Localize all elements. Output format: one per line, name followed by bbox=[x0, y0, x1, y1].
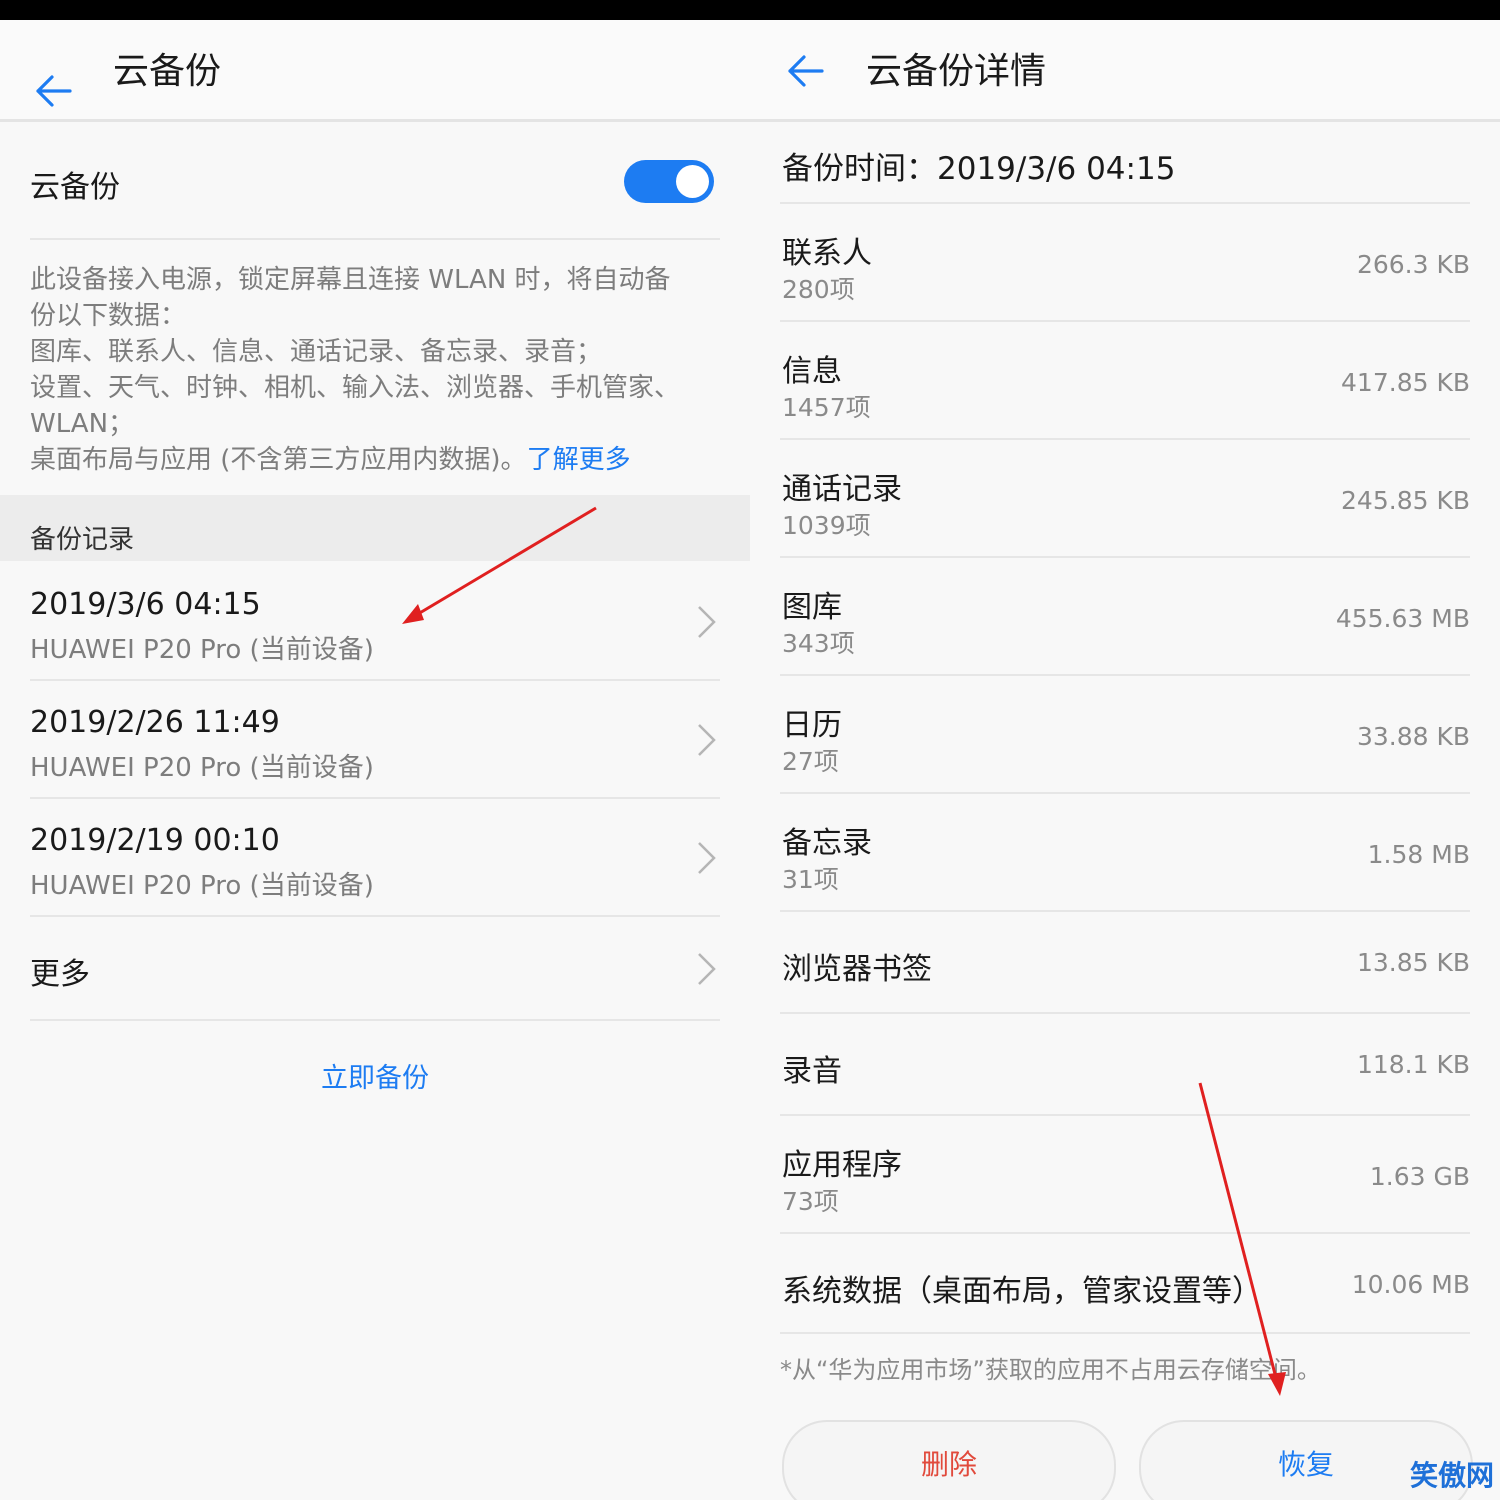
status-bar bbox=[750, 0, 1500, 20]
item-name: 浏览器书签 bbox=[782, 952, 932, 987]
back-arrow-icon[interactable] bbox=[784, 50, 826, 92]
description-line: 桌面布局与应用 (不含第三方应用内数据)。了解更多 bbox=[30, 442, 720, 478]
item-name: 日历 bbox=[782, 708, 842, 743]
backup-now-button[interactable]: 立即备份 bbox=[0, 1056, 750, 1095]
chevron-right-icon bbox=[698, 724, 716, 756]
backup-item-row[interactable]: 通话记录 1039项 245.85 KB bbox=[750, 440, 1500, 556]
item-size: 13.85 KB bbox=[1356, 948, 1470, 977]
app-bar: 云备份 bbox=[0, 20, 750, 122]
cloud-backup-toggle-label: 云备份 bbox=[30, 170, 120, 205]
item-name: 录音 bbox=[782, 1054, 842, 1089]
divider bbox=[30, 238, 720, 240]
item-size: 1.58 MB bbox=[1367, 840, 1470, 869]
more-row[interactable]: 更多 bbox=[0, 915, 750, 1019]
item-name: 信息 bbox=[782, 354, 842, 389]
status-bar bbox=[0, 0, 750, 20]
item-size: 1.63 GB bbox=[1369, 1162, 1470, 1191]
page-title: 云备份详情 bbox=[866, 51, 1047, 92]
backup-time: 备份时间：2019/3/6 04:15 bbox=[782, 151, 1176, 187]
item-name: 系统数据（桌面布局，管家设置等） bbox=[782, 1274, 1262, 1309]
item-count: 31项 bbox=[782, 865, 839, 894]
cloud-backup-toggle[interactable] bbox=[624, 160, 714, 203]
backup-item-row[interactable]: 联系人 280项 266.3 KB bbox=[750, 204, 1500, 320]
backup-item-row[interactable]: 备忘录 31项 1.58 MB bbox=[750, 794, 1500, 910]
item-size: 10.06 MB bbox=[1351, 1270, 1470, 1299]
backup-item-row[interactable]: 日历 27项 33.88 KB bbox=[750, 676, 1500, 792]
item-size: 417.85 KB bbox=[1341, 368, 1470, 397]
storage-note: *从“华为应用市场”获取的应用不占用云存储空间。 bbox=[780, 1356, 1321, 1384]
backup-records-header: 备份记录 bbox=[0, 495, 750, 561]
item-size: 455.63 MB bbox=[1335, 604, 1470, 633]
backup-record-row[interactable]: 2019/2/19 00:10 HUAWEI P20 Pro (当前设备) bbox=[0, 797, 750, 915]
record-date: 2019/2/19 00:10 bbox=[30, 823, 280, 858]
description-line: 份以下数据： bbox=[30, 301, 187, 331]
item-name: 图库 bbox=[782, 590, 842, 625]
backup-item-row[interactable]: 浏览器书签 13.85 KB bbox=[750, 912, 1500, 1012]
more-label: 更多 bbox=[30, 957, 90, 992]
backup-details-screen: 云备份详情 备份时间：2019/3/6 04:15 联系人 280项 266.3… bbox=[750, 0, 1500, 1500]
divider bbox=[780, 1332, 1470, 1334]
cloud-backup-screen: 云备份 云备份 此设备接入电源，锁定屏幕且连接 WLAN 时，将自动备 份以下数… bbox=[0, 0, 750, 1500]
record-device: HUAWEI P20 Pro (当前设备) bbox=[30, 753, 374, 783]
item-size: 245.85 KB bbox=[1341, 486, 1470, 515]
item-count: 280项 bbox=[782, 275, 855, 304]
backup-item-row[interactable]: 应用程序 73项 1.63 GB bbox=[750, 1116, 1500, 1232]
item-count: 27项 bbox=[782, 747, 839, 776]
record-device: HUAWEI P20 Pro (当前设备) bbox=[30, 635, 374, 665]
backup-item-row[interactable]: 录音 118.1 KB bbox=[750, 1014, 1500, 1114]
item-name: 联系人 bbox=[782, 236, 872, 271]
back-arrow-icon[interactable] bbox=[32, 70, 74, 112]
item-size: 33.88 KB bbox=[1356, 722, 1470, 751]
backup-item-row[interactable]: 系统数据（桌面布局，管家设置等） 10.06 MB bbox=[750, 1234, 1500, 1332]
chevron-right-icon bbox=[698, 953, 716, 985]
item-size: 266.3 KB bbox=[1356, 250, 1470, 279]
watermark-logo: 笑傲网 bbox=[1409, 1459, 1494, 1492]
item-count: 73项 bbox=[782, 1187, 839, 1216]
item-count: 1039项 bbox=[782, 511, 871, 540]
backup-item-row[interactable]: 图库 343项 455.63 MB bbox=[750, 558, 1500, 674]
chevron-right-icon bbox=[698, 606, 716, 638]
item-name: 应用程序 bbox=[782, 1148, 902, 1183]
description-last-text: 桌面布局与应用 (不含第三方应用内数据)。 bbox=[30, 445, 527, 475]
item-count: 343项 bbox=[782, 629, 855, 658]
divider bbox=[30, 1019, 720, 1021]
chevron-right-icon bbox=[698, 842, 716, 874]
delete-button[interactable]: 删除 bbox=[782, 1420, 1116, 1500]
record-device: HUAWEI P20 Pro (当前设备) bbox=[30, 871, 374, 901]
toggle-knob bbox=[676, 165, 709, 198]
page-title: 云备份 bbox=[113, 51, 222, 92]
item-count: 1457项 bbox=[782, 393, 871, 422]
description-line: 此设备接入电源，锁定屏幕且连接 WLAN 时，将自动备 bbox=[30, 265, 671, 295]
record-date: 2019/2/26 11:49 bbox=[30, 705, 280, 740]
item-name: 通话记录 bbox=[782, 472, 902, 507]
item-size: 118.1 KB bbox=[1356, 1050, 1470, 1079]
backup-record-row[interactable]: 2019/3/6 04:15 HUAWEI P20 Pro (当前设备) bbox=[0, 561, 750, 679]
learn-more-link[interactable]: 了解更多 bbox=[527, 445, 631, 475]
description-line: 设置、天气、时钟、相机、输入法、浏览器、手机管家、 bbox=[30, 373, 681, 403]
backup-item-row[interactable]: 信息 1457项 417.85 KB bbox=[750, 322, 1500, 438]
description-line: 图库、联系人、信息、通话记录、备忘录、录音； bbox=[30, 337, 603, 367]
record-date: 2019/3/6 04:15 bbox=[30, 587, 261, 622]
app-bar: 云备份详情 bbox=[750, 20, 1500, 122]
section-title: 备份记录 bbox=[30, 525, 135, 555]
backup-record-row[interactable]: 2019/2/26 11:49 HUAWEI P20 Pro (当前设备) bbox=[0, 679, 750, 797]
item-name: 备忘录 bbox=[782, 826, 872, 861]
backup-description: 此设备接入电源，锁定屏幕且连接 WLAN 时，将自动备 份以下数据： 图库、联系… bbox=[30, 262, 720, 478]
description-line: WLAN； bbox=[30, 409, 135, 439]
